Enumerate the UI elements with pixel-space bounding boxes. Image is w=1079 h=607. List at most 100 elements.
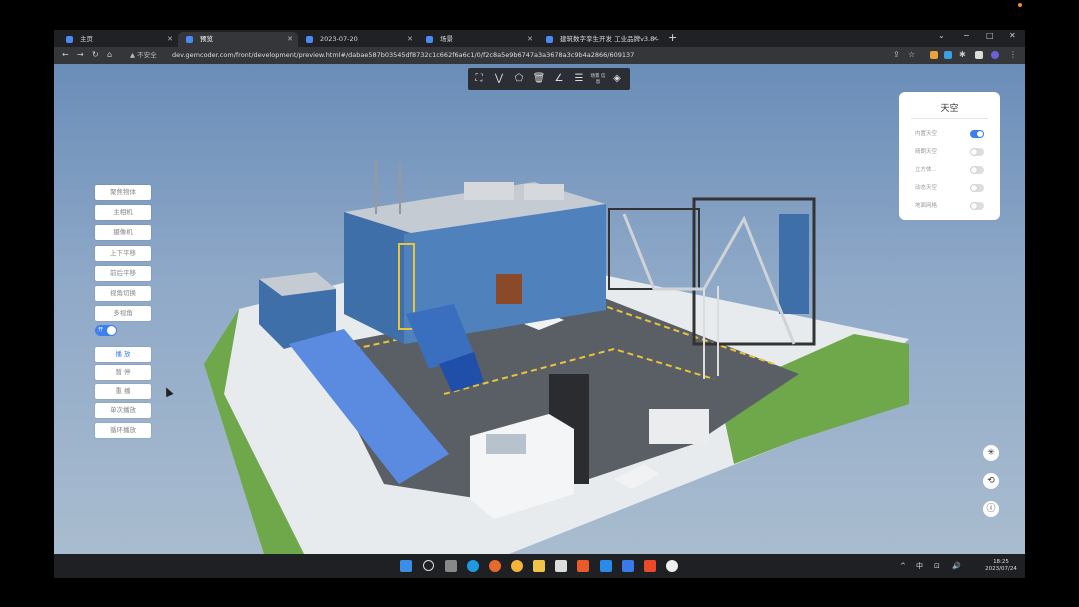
tab-label: 预览 [200,35,213,43]
factory-3d-scene[interactable] [54,64,1025,554]
firefox-icon[interactable] [489,560,501,572]
browser-menu-icon[interactable]: ⋮ [1009,49,1017,61]
maximize-icon[interactable]: □ [986,31,994,40]
info-icon[interactable]: ⓘ [983,501,999,517]
tab-favicon-icon [66,36,73,43]
home-icon[interactable]: ⌂ [107,49,112,61]
new-tab-button[interactable]: + [668,31,677,44]
guard-house-window [486,434,526,454]
panel-toggle[interactable]: 开 [95,325,117,336]
sidebar-toggle-icon[interactable] [975,51,983,59]
tray-overflow-icon[interactable]: ^ [900,560,906,572]
url-text[interactable]: dev.gemcoder.com/front/development/previ… [172,49,634,62]
compass-icon[interactable]: ✳ [983,445,999,461]
sky-settings-panel: 天空 内置天空 晴朗天空 立方体... 动态天空 地面网格 [899,92,1000,220]
screen: 主页 ✕ 预览 ✕ 2023-07-20 ✕ 场景 ✕ 建筑数字孪生开发 工业品… [54,30,1025,578]
app-icon[interactable] [644,560,656,572]
app-icon[interactable] [666,560,678,572]
multi-view-button[interactable]: 多视角 [95,306,151,321]
app-icon[interactable] [622,560,634,572]
back-icon[interactable]: ← [62,49,69,61]
share-icon[interactable]: ⇪ [893,49,900,61]
cube-sky-switch[interactable] [970,166,984,174]
tray-app-icon[interactable]: ⊡ [934,560,940,572]
system-clock[interactable]: 18:25 2023/07/24 [982,559,1020,573]
tab-close-icon[interactable]: ✕ [167,32,173,47]
tab-label: 主页 [80,35,93,43]
volume-icon[interactable]: 🔊 [952,560,961,572]
bookmark-star-icon[interactable]: ☆ [908,49,915,61]
pan-vertical-button[interactable]: 上下平移 [95,246,151,261]
clear-sky-switch[interactable] [970,148,984,156]
tab-close-icon[interactable]: ✕ [652,32,658,47]
app-icon[interactable] [577,560,589,572]
sky-option-label: 地面网格 [915,203,938,209]
clock-time: 18:25 [993,559,1009,565]
tab-home[interactable]: 主页 ✕ [58,32,178,47]
address-field[interactable]: ▲ 不安全 dev.gemcoder.com/front/development… [124,49,884,62]
polyline-icon[interactable]: ⋁ [492,71,506,87]
replay-button[interactable]: 重 播 [95,384,151,399]
rooftop-hvac [524,184,564,200]
tab-product[interactable]: 建筑数字孪生开发 工业品牌v3.8 - ✕ [538,32,663,47]
label-icon[interactable]: 场景 信息 [590,71,606,90]
panel-divider [911,118,988,119]
loading-door [496,274,522,304]
start-menu-icon[interactable] [400,560,412,572]
polygon-icon[interactable]: ⬠ [512,71,526,87]
not-secure-label[interactable]: ▲ 不安全 [130,49,157,62]
extension-icon[interactable] [930,51,938,59]
tab-close-icon[interactable]: ✕ [287,32,293,47]
extension-icon[interactable] [944,51,952,59]
view-switch-button[interactable]: 视角切换 [95,286,151,301]
steel-structure [608,208,700,290]
sky-option-row: 地面网格 [915,200,995,212]
forward-icon[interactable]: → [77,49,84,61]
recording-indicator [1018,3,1022,7]
rotate-icon[interactable]: ⟲ [983,473,999,489]
play-once-button[interactable]: 单次播放 [95,403,151,418]
camera-button[interactable]: 摄像机 [95,225,151,240]
file-explorer-icon[interactable] [533,560,545,572]
dynamic-sky-switch[interactable] [970,184,984,192]
chrome-icon[interactable] [511,560,523,572]
toggle-label: 开 [98,327,104,333]
main-camera-button[interactable]: 主相机 [95,205,151,220]
app-icon[interactable] [600,560,612,572]
ime-indicator[interactable]: 中 [916,560,923,572]
tab-scene[interactable]: 场景 ✕ [418,32,538,47]
sky-panel-title: 天空 [940,104,959,114]
pan-depth-button[interactable]: 前后平移 [95,266,151,281]
edge-browser-icon[interactable] [467,560,479,572]
search-icon[interactable] [423,560,434,571]
rooftop-hvac [464,182,514,200]
pause-button[interactable]: 暂 停 [95,365,151,380]
fullscreen-icon[interactable]: ⛶ [472,71,486,87]
reload-icon[interactable]: ↻ [92,49,99,61]
close-window-icon[interactable]: ✕ [1009,31,1016,40]
tab-search-icon[interactable]: ⌄ [938,31,945,40]
list-icon[interactable]: ☰ [572,71,586,87]
app-icon[interactable] [555,560,567,572]
profile-avatar[interactable] [991,51,999,59]
3d-viewport[interactable]: ⛶ ⋁ ⬠ 🗑 ∠ ☰ 场景 信息 ◈ 聚焦物体 主相机 摄像机 上下平移 前后… [54,64,1025,554]
ground-grid-switch[interactable] [970,202,984,210]
angle-icon[interactable]: ∠ [552,71,566,87]
sky-option-row: 立方体... [915,164,995,176]
tab-favicon-icon [306,36,313,43]
task-view-icon[interactable] [445,560,457,572]
loop-play-button[interactable]: 循环播放 [95,423,151,438]
tab-date[interactable]: 2023-07-20 ✕ [298,32,418,47]
toggle-knob [107,326,116,335]
tab-close-icon[interactable]: ✕ [407,32,413,47]
minimize-icon[interactable]: − [963,31,970,40]
clock-date: 2023/07/24 [985,566,1017,572]
focus-object-button[interactable]: 聚焦物体 [95,185,151,200]
play-button[interactable]: 播 放 [95,347,151,362]
tab-close-icon[interactable]: ✕ [527,32,533,47]
tab-preview[interactable]: 预览 ✕ [178,32,298,47]
trash-icon[interactable]: 🗑 [532,71,546,87]
puzzle-extensions-icon[interactable]: ✱ [959,49,966,61]
builtin-sky-switch[interactable] [970,130,984,138]
eraser-icon[interactable]: ◈ [610,71,624,87]
